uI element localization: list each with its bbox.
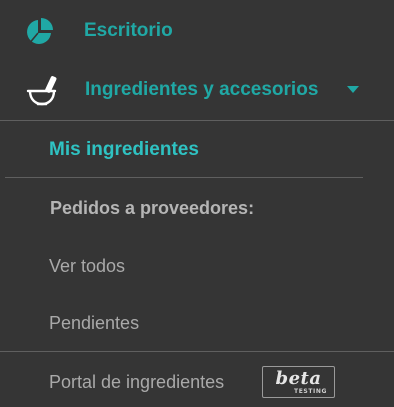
submenu-item-pending[interactable]: Pendientes — [49, 313, 139, 334]
beta-badge-subtitle: TESTING — [294, 387, 327, 395]
submenu-bottom-divider — [0, 351, 394, 352]
submenu-divider — [5, 177, 363, 178]
beta-badge-word: beta — [275, 367, 322, 389]
submenu-top-divider — [0, 120, 394, 121]
submenu-item-view-all[interactable]: Ver todos — [49, 256, 125, 277]
nav-item-ingredients-label: Ingredientes y accesorios — [85, 79, 319, 100]
submenu-heading-supplier-orders: Pedidos a proveedores: — [50, 198, 255, 218]
caret-down-icon[interactable] — [346, 84, 360, 94]
nav-item-dashboard[interactable]: Escritorio — [0, 12, 394, 48]
sidebar-menu: { "colors": { "background": "#353535", "… — [0, 0, 394, 407]
submenu-item-ingredients-portal[interactable]: Portal de ingredientes — [49, 372, 224, 393]
submenu-item-my-ingredients[interactable]: Mis ingredientes — [49, 139, 199, 161]
nav-item-dashboard-label: Escritorio — [84, 20, 173, 41]
beta-badge: beta TESTING — [262, 366, 335, 398]
nav-item-ingredients[interactable]: Ingredientes y accesorios — [0, 70, 394, 108]
pie-chart-icon — [24, 15, 56, 47]
mortar-pestle-icon — [24, 72, 60, 108]
